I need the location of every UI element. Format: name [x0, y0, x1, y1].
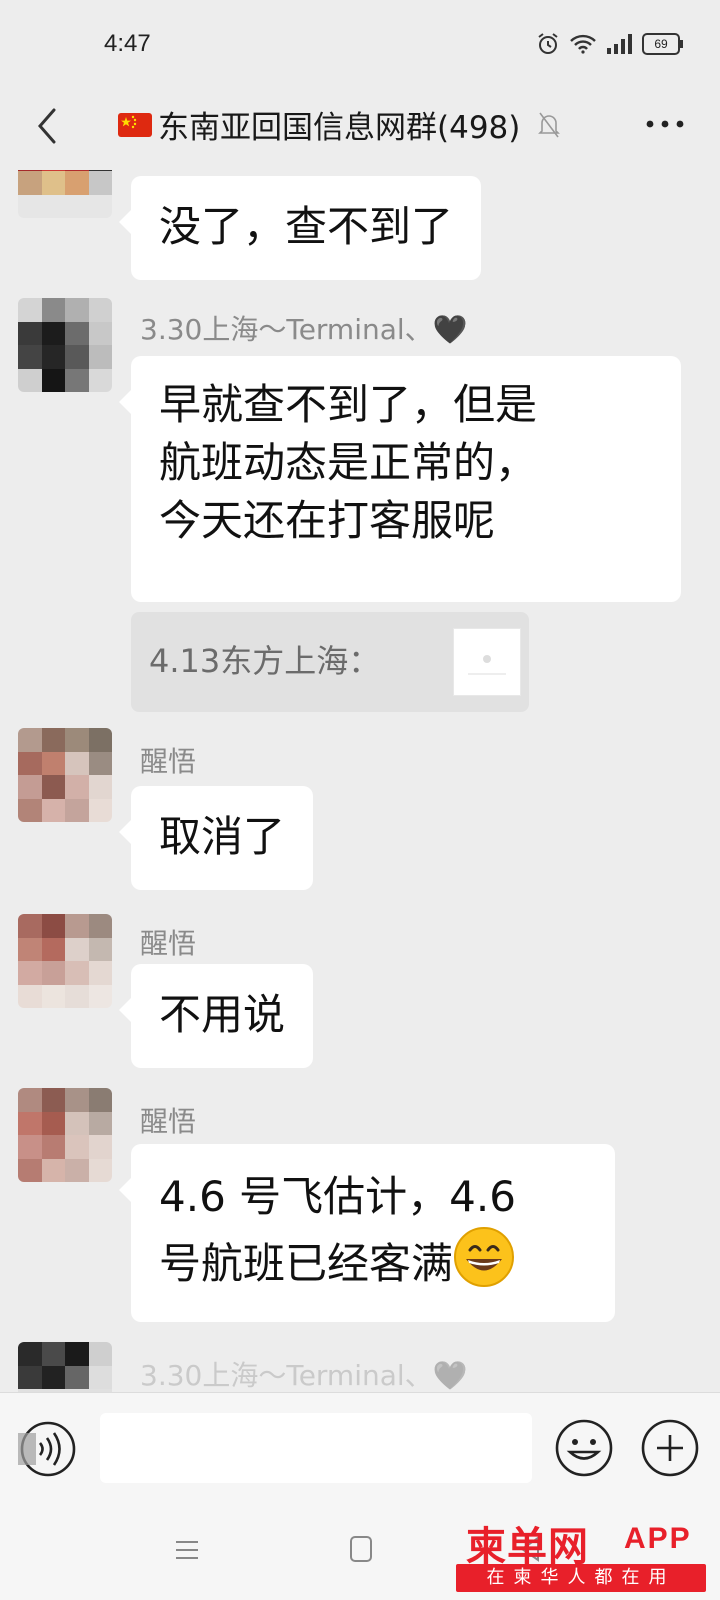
quoted-image-thumbnail[interactable]: [453, 628, 521, 696]
china-flag-icon: [118, 112, 152, 137]
signal-icon: [607, 34, 632, 54]
status-bar: 4:47 69: [0, 0, 720, 90]
avatar[interactable]: [18, 1088, 112, 1182]
message-bubble[interactable]: 4.6 号飞估计，4.6 号航班已经客满: [119, 1144, 615, 1322]
message-line: 今天还在打客服呢: [159, 496, 496, 545]
mute-bell-icon: [538, 112, 561, 137]
avatar[interactable]: [18, 170, 112, 218]
message-bubble[interactable]: 取消了: [118, 786, 314, 890]
message-list[interactable]: 没了，查不到了 3.30上海～Terminal、🖤 早就查不到了，但是 航班动态…: [0, 170, 720, 1392]
message-input[interactable]: [100, 1413, 532, 1483]
input-bar: [0, 1392, 720, 1501]
avatar[interactable]: [18, 1342, 112, 1392]
message-text: 不用说: [159, 990, 286, 1039]
message-bubble[interactable]: 早就查不到了，但是 航班动态是正常的， 今天还在打客服呢: [119, 356, 681, 602]
home-icon[interactable]: [348, 1534, 374, 1564]
status-icons: 69: [536, 32, 683, 56]
watermark: 柬单网 APP 在柬华人都在用: [456, 1508, 712, 1596]
sender-name: 醒悟: [140, 745, 197, 778]
message-line: 早就查不到了，但是: [159, 380, 538, 429]
sender-name: 醒悟: [140, 1105, 197, 1138]
grinning-face-emoji-icon: [454, 1227, 515, 1287]
message-bubble[interactable]: 不用说: [118, 964, 314, 1068]
quoted-message[interactable]: 4.13东方上海：: [131, 612, 529, 712]
chat-title: 东南亚回国信息网群(498): [158, 110, 521, 146]
plus-icon[interactable]: [639, 1417, 701, 1479]
message-text: 没了，查不到了: [159, 202, 454, 251]
watermark-slogan: 在柬华人都在用: [456, 1564, 706, 1592]
more-options-icon[interactable]: [640, 104, 690, 144]
message-line: 4.6 号飞估计，4.6: [159, 1172, 516, 1221]
sender-name: 醒悟: [140, 927, 197, 960]
message-bubble[interactable]: 没了，查不到了: [118, 176, 482, 280]
chat-header: 东南亚回国信息网群(498): [0, 90, 720, 170]
message-line: 号航班已经客满: [159, 1239, 454, 1288]
emoji-picker-icon[interactable]: [553, 1417, 615, 1479]
chat-title-wrap: 东南亚回国信息网群(498): [118, 102, 561, 147]
message-text: 取消了: [159, 812, 286, 861]
menu-icon[interactable]: [174, 1538, 200, 1562]
sender-name: 3.30上海～Terminal、🖤: [140, 313, 468, 346]
quoted-text: 4.13东方上海：: [149, 642, 381, 680]
avatar[interactable]: [18, 914, 112, 1008]
battery-icon: 69: [642, 33, 683, 55]
back-arrow-icon[interactable]: [28, 104, 68, 148]
sender-name-partial: 3.30上海～Terminal、🖤: [140, 1359, 468, 1392]
message-line: 航班动态是正常的，: [159, 438, 538, 487]
status-time: 4:47: [104, 30, 151, 57]
avatar[interactable]: [18, 298, 112, 392]
voice-icon[interactable]: [18, 1419, 78, 1479]
alarm-icon: [538, 33, 558, 54]
wifi-icon: [570, 34, 596, 54]
image-placeholder-icon: [468, 655, 506, 675]
watermark-app: APP: [624, 1522, 692, 1555]
avatar[interactable]: [18, 728, 112, 822]
